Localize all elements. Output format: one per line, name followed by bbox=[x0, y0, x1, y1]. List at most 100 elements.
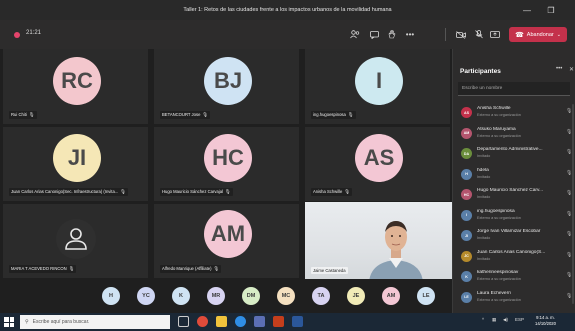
more-options-icon[interactable]: ••• bbox=[404, 29, 416, 40]
avatar: I bbox=[355, 57, 403, 105]
teams-window: Taller 1: Retos de las ciudades frente a… bbox=[0, 0, 575, 331]
clock-date: 14/10/2020 bbox=[535, 321, 556, 326]
participant-name: Juan Carlos Arias Canonigo(S... bbox=[477, 249, 546, 255]
participant-role: Externo a su organización bbox=[477, 277, 521, 281]
participant-role: Externo a su organización bbox=[477, 215, 521, 220]
close-icon[interactable]: ✕ bbox=[569, 66, 574, 73]
participant-tile[interactable]: BJ BETANCOURT Jose 🎙 bbox=[154, 49, 299, 124]
strip-avatar[interactable]: MC bbox=[277, 287, 295, 305]
avatar: JI bbox=[53, 134, 101, 182]
avatar: RC bbox=[53, 57, 101, 105]
recording-dot-icon bbox=[14, 32, 20, 38]
participant-row[interactable]: AM Atsuko Maruyama Externo a su organizaci… bbox=[453, 125, 575, 146]
edge-icon[interactable] bbox=[235, 316, 246, 327]
participant-name-tag: Hugo Mauricio Sánchez Carvajal 🎙 bbox=[160, 188, 233, 196]
raise-hand-icon[interactable] bbox=[386, 29, 398, 40]
taskbar-search-input[interactable]: ⚲ Escribe aquí para buscar. bbox=[20, 315, 170, 329]
avatar: H bbox=[461, 168, 472, 180]
avatar: JC bbox=[461, 250, 472, 262]
leave-button[interactable]: ☎ Abandonar ⌄ bbox=[509, 27, 567, 42]
participant-name: hdela bbox=[477, 167, 489, 173]
participant-name: Jaime Castaneda bbox=[313, 268, 346, 273]
search-icon: ⚲ bbox=[25, 319, 29, 325]
taskbar-clock[interactable]: 9:14 a. m. 14/10/2020 bbox=[535, 315, 556, 327]
participant-role: Externo a su organización bbox=[477, 297, 521, 302]
participant-tile[interactable]: AS Anisha Schwille 🎙 bbox=[305, 127, 450, 201]
strip-avatar[interactable]: K bbox=[172, 287, 190, 305]
strip-avatar[interactable]: LE bbox=[417, 287, 435, 305]
participant-video-tile[interactable]: Jaime Castaneda bbox=[305, 202, 452, 279]
powerpoint-icon[interactable] bbox=[273, 316, 284, 327]
teams-icon[interactable] bbox=[254, 316, 265, 327]
strip-avatar[interactable]: YC bbox=[137, 287, 155, 305]
language-indicator[interactable]: ESP bbox=[515, 317, 524, 322]
participant-name-tag: Anisha Schwille 🎙 bbox=[311, 188, 353, 196]
person-placeholder-icon bbox=[55, 219, 96, 259]
participant-tile[interactable]: I ing.hugoespinosa 🎙 bbox=[305, 49, 450, 124]
tray-chevron-icon[interactable]: ^ bbox=[482, 317, 484, 322]
participant-role: Invitado bbox=[477, 236, 491, 240]
participant-tile[interactable]: JI Juan Carlos Arias Canonigo(Sec. Infra… bbox=[3, 127, 148, 201]
volume-icon[interactable]: ◀) bbox=[503, 317, 508, 323]
participant-row[interactable]: JC Juan Carlos Arias Canonigo(S... Invitad… bbox=[453, 248, 575, 269]
strip-avatar[interactable]: AM bbox=[382, 287, 400, 305]
panel-title: Participantes bbox=[460, 68, 501, 75]
participant-role: Externo a su organización bbox=[477, 133, 521, 138]
mic-muted-icon: 🎙 bbox=[202, 112, 209, 117]
file-explorer-icon[interactable] bbox=[216, 316, 227, 327]
avatar: JI bbox=[461, 230, 472, 241]
restore-button[interactable]: ❐ bbox=[540, 0, 562, 20]
avatar: DA bbox=[461, 148, 472, 159]
share-screen-icon[interactable] bbox=[489, 29, 501, 40]
chat-icon[interactable] bbox=[368, 29, 380, 40]
invite-input[interactable]: Escribe un nombre bbox=[458, 82, 570, 96]
participant-row[interactable]: Hhdela Invitado 🎙 bbox=[453, 166, 575, 187]
mic-muted-icon: 🎙 bbox=[344, 189, 351, 194]
participant-row[interactable]: Iing.hugoespinosa Externo a su organizaci… bbox=[453, 207, 575, 228]
scrollbar[interactable] bbox=[572, 104, 574, 304]
more-options-icon[interactable]: ••• bbox=[556, 66, 562, 72]
windows-start-icon[interactable] bbox=[3, 316, 15, 328]
camera-off-icon[interactable] bbox=[455, 29, 467, 40]
participant-row[interactable]: AS Anisha Schwille Externo a su organizaci… bbox=[453, 104, 575, 125]
strip-avatar[interactable]: JE bbox=[347, 287, 365, 305]
task-view-icon[interactable] bbox=[178, 316, 189, 327]
avatar: K bbox=[461, 271, 472, 282]
participant-name: ing.hugoespinosa bbox=[477, 208, 515, 214]
word-icon[interactable] bbox=[292, 316, 303, 327]
strip-avatar[interactable]: TA bbox=[312, 287, 330, 305]
participant-name: Hugo Mauricio Sánchez Carvajal bbox=[162, 189, 223, 194]
participant-row[interactable]: LE Laura Echeverri Externo a su organizaci… bbox=[453, 289, 575, 310]
participant-name: Departamento Administrative... bbox=[477, 147, 543, 152]
network-icon[interactable]: ▦ bbox=[492, 317, 496, 323]
chrome-icon[interactable] bbox=[197, 316, 208, 327]
participant-name-tag: Rui Chiti 🎙 bbox=[9, 111, 37, 119]
participant-row[interactable]: Kkatherineespinosav Externo a su organiza… bbox=[453, 268, 575, 289]
avatar: HC bbox=[461, 189, 472, 200]
strip-avatar[interactable]: MR bbox=[207, 287, 225, 305]
meeting-toolbar: 21:21 ••• ☎ Abandonar ⌄ bbox=[0, 20, 575, 49]
participant-name: Hugo Mauricio Sánchez Carv... bbox=[477, 188, 544, 193]
avatar: HC bbox=[204, 134, 252, 182]
participant-row[interactable]: JI Jorge Ivan Villamizar Escobar Invitado 🎙 bbox=[453, 227, 575, 248]
participant-tile[interactable]: MARIA T ACEVEDO RINCON 🎙 bbox=[3, 204, 148, 278]
participant-name: BETANCOURT Jose bbox=[162, 112, 201, 117]
mic-off-icon[interactable] bbox=[473, 29, 485, 40]
minimize-button[interactable]: — bbox=[516, 0, 538, 20]
participant-row[interactable]: HC Hugo Mauricio Sánchez Carv... Invitado 🎙 bbox=[453, 186, 575, 207]
participant-avatar-strip: H YC K MR DM MC TA JE AM LE bbox=[0, 279, 452, 313]
participant-name: MARIA T ACEVEDO RINCON bbox=[11, 266, 67, 271]
participant-row[interactable]: DA Departamento Administrative... Invitado… bbox=[453, 145, 575, 166]
participant-tile[interactable]: RC Rui Chiti 🎙 bbox=[3, 49, 148, 124]
strip-avatar[interactable]: H bbox=[102, 287, 120, 305]
participant-role: Invitado bbox=[477, 174, 491, 179]
mic-muted-icon: 🎙 bbox=[68, 266, 75, 271]
participants-icon[interactable] bbox=[349, 29, 361, 40]
strip-avatar[interactable]: DM bbox=[242, 287, 260, 305]
participant-name-tag: BETANCOURT Jose 🎙 bbox=[160, 111, 211, 119]
participant-tile[interactable]: HC Hugo Mauricio Sánchez Carvajal 🎙 bbox=[154, 127, 299, 201]
participant-tile[interactable]: AM Alfredo Manrique (Affiliate) 🎙 bbox=[154, 204, 299, 278]
windows-taskbar: ⚲ Escribe aquí para buscar. ^ ▦ ◀) ESP 9… bbox=[0, 313, 575, 331]
participant-name: Alfredo Manrique (Affiliate) bbox=[162, 266, 212, 271]
participant-name: Rui Chiti bbox=[11, 112, 27, 117]
